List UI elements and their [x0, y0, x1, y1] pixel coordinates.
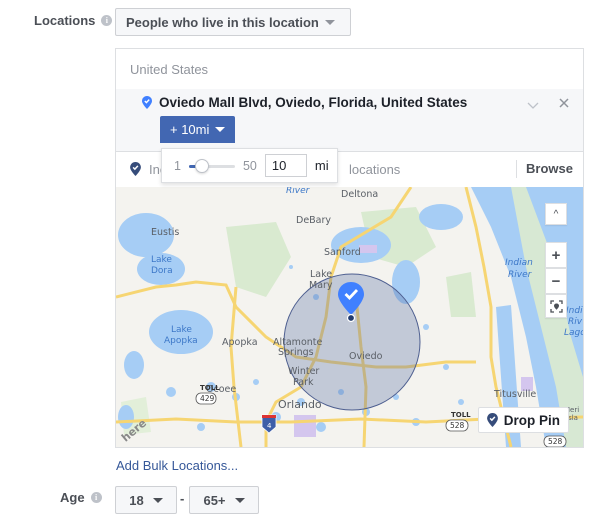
- map-label-titusville: Titusville: [493, 389, 536, 400]
- age-max-select[interactable]: 65+: [189, 486, 259, 514]
- chevron-down-icon: [234, 497, 245, 503]
- radius-slider[interactable]: [188, 158, 235, 173]
- map-label-lago: Lago: [564, 328, 583, 338]
- divider: [516, 160, 517, 178]
- country-header: United States: [116, 49, 583, 89]
- drop-pin-button[interactable]: Drop Pin: [477, 407, 569, 433]
- toll-label: TOLL: [200, 384, 220, 392]
- map-label-indian-river-1: Indian: [505, 258, 533, 268]
- zoom-out-button[interactable]: −: [545, 268, 567, 294]
- map-label-winter-park-1: Winter: [288, 366, 319, 377]
- location-type-select[interactable]: People who live in this location: [115, 8, 351, 36]
- toll-label-2: TOLL: [451, 411, 471, 419]
- map[interactable]: Deltona DeBary Eustis Sanford Lake Mary …: [116, 187, 583, 447]
- map-label-deltona: Deltona: [341, 189, 378, 200]
- recenter-icon: [549, 299, 563, 313]
- chevron-down-icon: [215, 127, 226, 132]
- age-label-row: Age i: [60, 490, 102, 505]
- age-label: Age: [60, 490, 85, 505]
- svg-text:528: 528: [548, 437, 563, 446]
- map-label-river: River: [286, 187, 311, 196]
- chevron-down-icon: [152, 497, 163, 503]
- map-label-lake-apopka-1: Lake: [171, 325, 192, 335]
- info-icon[interactable]: i: [101, 15, 113, 26]
- map-label-lake-mary-1: Lake: [310, 269, 332, 280]
- route-429-label: 429: [200, 394, 215, 403]
- recenter-button[interactable]: [545, 294, 567, 318]
- info-icon[interactable]: i: [90, 492, 102, 503]
- include-pin-icon: [130, 162, 141, 176]
- add-bulk-locations-link[interactable]: Add Bulk Locations...: [116, 458, 238, 473]
- chevron-down-icon: [324, 19, 335, 25]
- radius-button-label: + 10mi: [170, 122, 210, 137]
- expand-chevron-icon[interactable]: [527, 98, 539, 113]
- age-max-value: 65+: [203, 492, 226, 508]
- minus-icon: −: [551, 272, 561, 290]
- remove-location-close-icon[interactable]: [559, 95, 569, 112]
- interstate-4-label: 4: [267, 422, 272, 430]
- drop-pin-icon: [486, 413, 498, 427]
- map-label-indian-river-2: River: [508, 270, 533, 280]
- country-name: United States: [130, 61, 209, 77]
- radius-popup: 1 50 mi: [161, 148, 338, 183]
- map-label-eustis: Eustis: [151, 227, 179, 238]
- location-panel: United States Oviedo Mall Blvd, Oviedo, …: [115, 48, 584, 448]
- map-label-altamonte-2: Springs: [278, 347, 314, 358]
- route-528-label: 528: [450, 421, 465, 430]
- locations-label-row: Locations i: [34, 13, 113, 28]
- drop-pin-label: Drop Pin: [503, 412, 560, 428]
- map-label-lake-dora-1: Lake: [151, 255, 172, 265]
- age-min-select[interactable]: 18: [115, 486, 177, 514]
- map-label-orlando: Orlando: [278, 398, 322, 411]
- search-input-suffix[interactable]: locations: [349, 162, 400, 177]
- age-min-value: 18: [129, 492, 144, 508]
- map-label-apopka: Apopka: [222, 337, 258, 348]
- chevron-up-icon: ^: [553, 208, 559, 220]
- radius-min-label: 1: [174, 158, 181, 173]
- map-label-indi: Indi: [566, 306, 583, 316]
- selected-location-row: Oviedo Mall Blvd, Oviedo, Florida, Unite…: [116, 89, 583, 152]
- map-label-lake-apopka-2: Apopka: [164, 336, 198, 346]
- radius-max-label: 50: [242, 158, 257, 173]
- map-label-riv: Riv: [568, 317, 583, 327]
- radius-input[interactable]: [264, 154, 307, 177]
- map-label-sanford: Sanford: [324, 247, 361, 258]
- map-label-lake-dora-2: Dora: [151, 266, 173, 276]
- locations-label: Locations: [34, 13, 96, 28]
- map-label-debary: DeBary: [296, 215, 331, 226]
- location-type-value: People who live in this location: [126, 14, 319, 30]
- slider-thumb[interactable]: [194, 158, 209, 173]
- map-label-oviedo: Oviedo: [349, 351, 383, 362]
- location-pin-icon: [142, 96, 152, 109]
- radius-dropdown-button[interactable]: + 10mi: [160, 116, 236, 143]
- map-collapse-button[interactable]: ^: [545, 203, 567, 225]
- selected-location-name: Oviedo Mall Blvd, Oviedo, Florida, Unite…: [159, 95, 468, 110]
- age-separator: -: [180, 491, 185, 506]
- plus-icon: +: [551, 246, 561, 264]
- radius-unit: mi: [314, 158, 329, 173]
- zoom-in-button[interactable]: +: [545, 242, 567, 268]
- map-label-winter-park-2: Park: [293, 377, 314, 388]
- map-label-lake-mary-2: Mary: [309, 280, 333, 291]
- browse-button[interactable]: Browse: [526, 161, 573, 176]
